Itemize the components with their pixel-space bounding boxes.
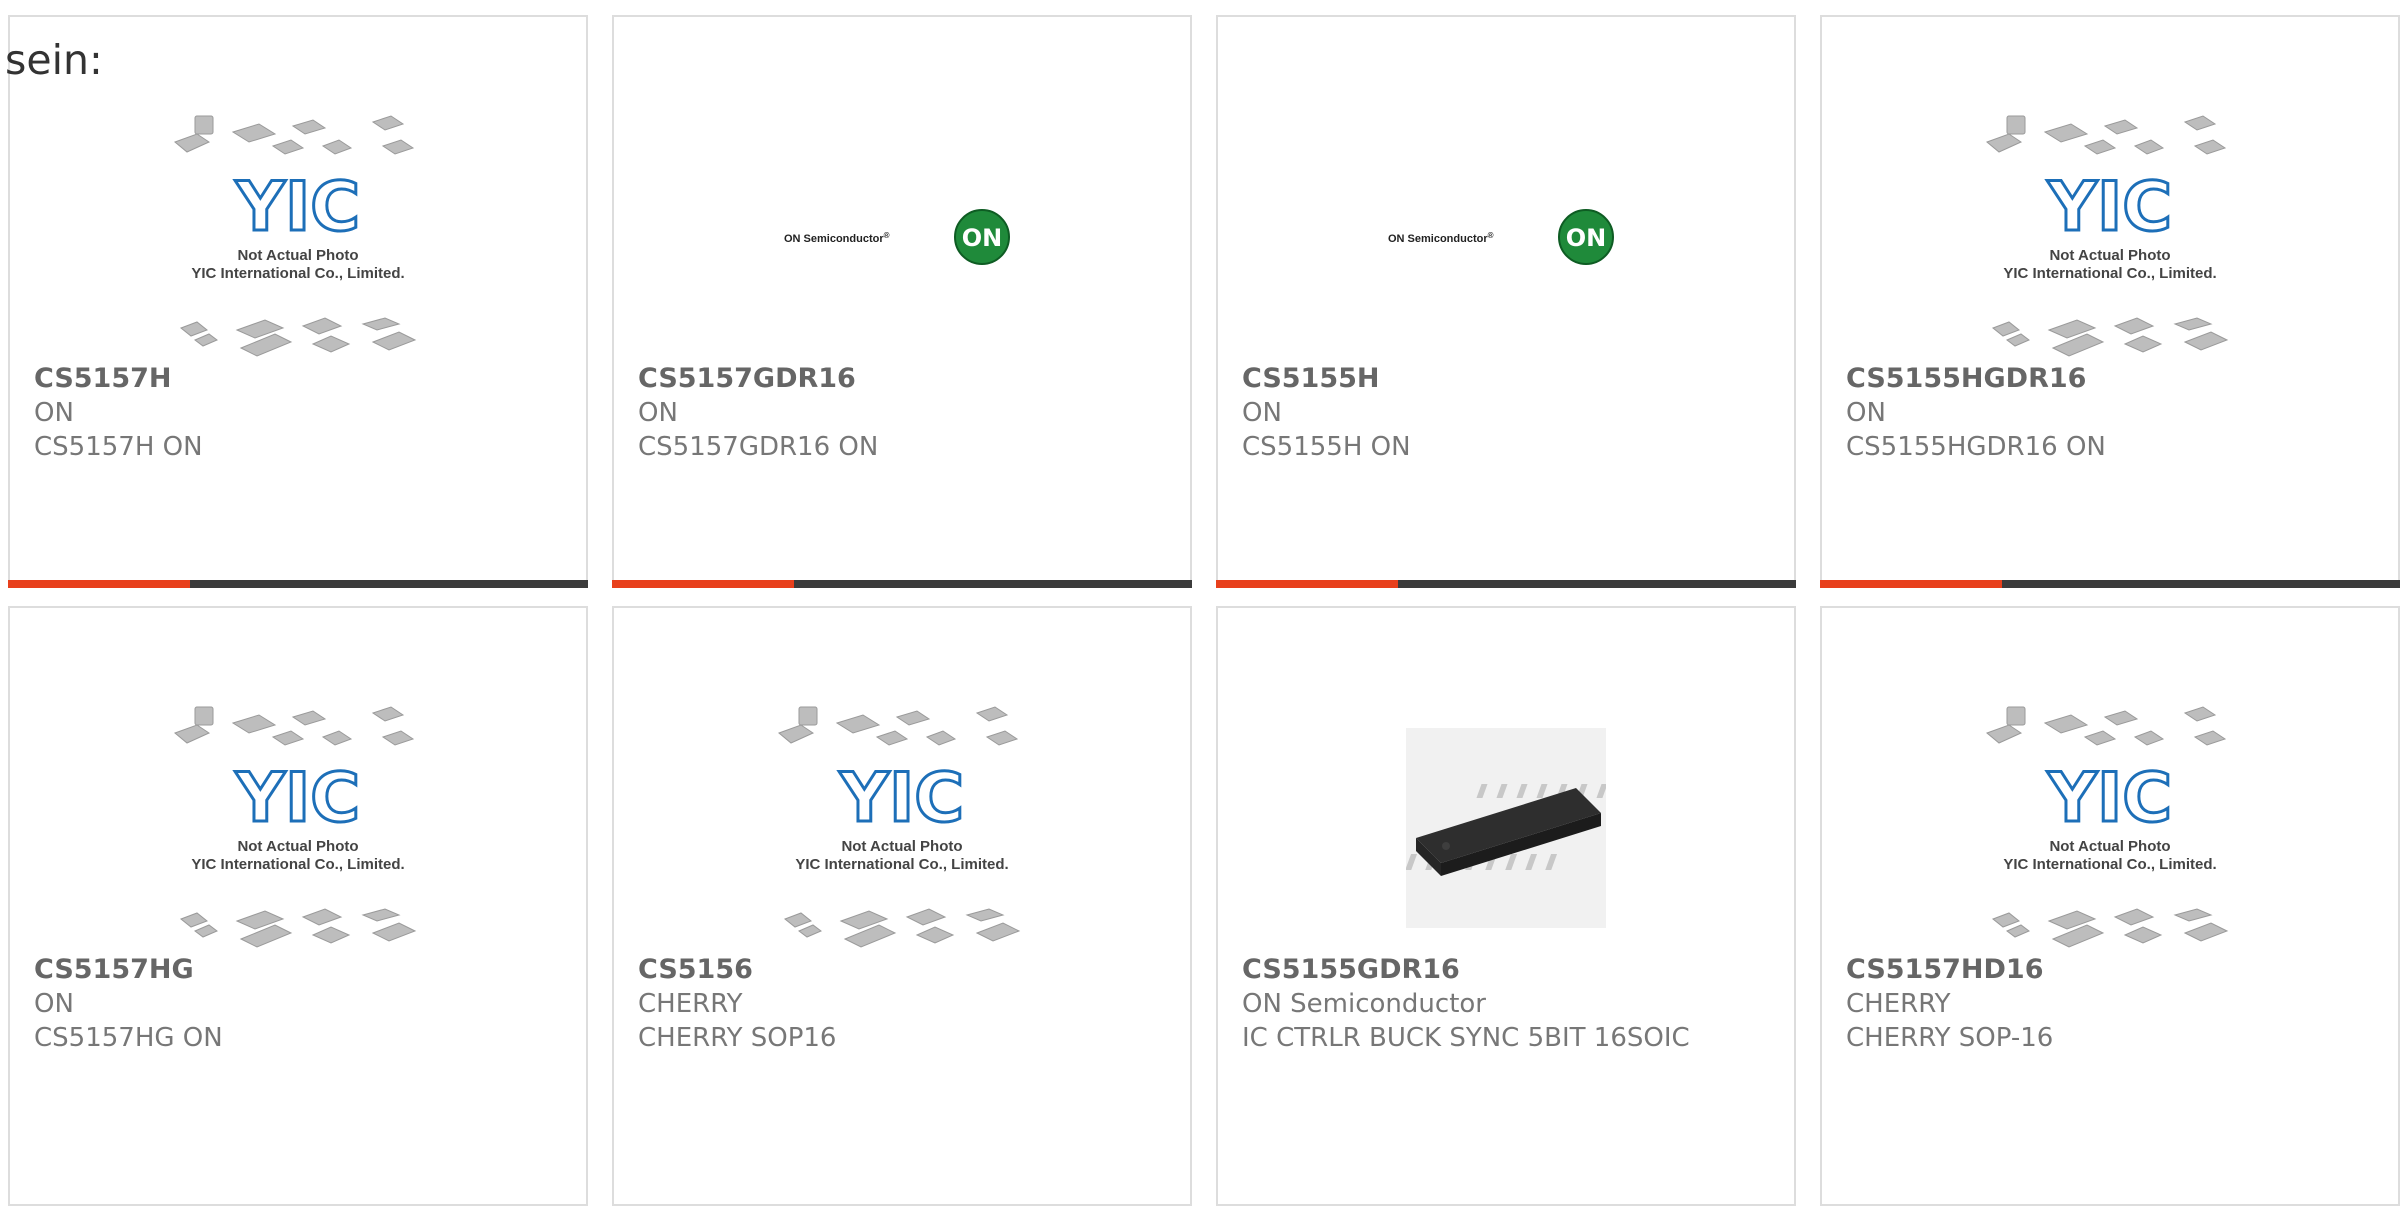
- yic-logo: YIC: [235, 759, 360, 838]
- card-bottom-bar: [8, 580, 588, 588]
- svg-text:ON Semiconductor®: ON Semiconductor®: [1388, 231, 1494, 245]
- intro-text: sein:: [5, 36, 103, 84]
- product-card[interactable]: YIC Not Actual Photo YIC International C…: [8, 15, 588, 588]
- product-part-number[interactable]: CS5155HGDR16: [1846, 362, 2374, 396]
- placeholder-image: YIC Not Actual Photo YIC International C…: [1986, 115, 2229, 357]
- yic-logo: YIC: [2047, 759, 2172, 838]
- company-text: YIC International Co., Limited.: [191, 856, 404, 873]
- not-actual-photo-text: Not Actual Photo: [2049, 838, 2170, 855]
- product-brand: CHERRY: [638, 989, 743, 1019]
- svg-text:ON Semiconductor®: ON Semiconductor®: [784, 231, 890, 245]
- product-part-number[interactable]: CS5155H: [1242, 362, 1770, 396]
- product-image[interactable]: ON Semiconductor® ON: [1218, 107, 1794, 367]
- card-accent-bar: [1216, 580, 1398, 588]
- product-description: CS5157HG ON: [34, 1023, 223, 1053]
- company-text: YIC International Co., Limited.: [191, 265, 404, 282]
- card-bottom-bar: [1820, 580, 2400, 588]
- product-info: CS5157HG ON CS5157HG ON: [34, 953, 562, 1055]
- yic-logo: YIC: [839, 759, 964, 838]
- svg-text:ON: ON: [1566, 224, 1607, 252]
- company-text: YIC International Co., Limited.: [2003, 265, 2216, 282]
- product-part-number[interactable]: CS5157H: [34, 362, 562, 396]
- product-description: CS5157GDR16 ON: [638, 432, 879, 462]
- product-info: CS5157GDR16 ON CS5157GDR16 ON: [638, 362, 1166, 464]
- product-image[interactable]: YIC Not Actual Photo YIC International C…: [10, 107, 586, 367]
- product-description: CS5155H ON: [1242, 432, 1411, 462]
- product-info: CS5155H ON CS5155H ON: [1242, 362, 1770, 464]
- product-card[interactable]: YIC Not Actual Photo YIC International C…: [1820, 606, 2400, 1206]
- product-description: IC CTRLR BUCK SYNC 5BIT 16SOIC: [1242, 1023, 1690, 1053]
- on-semiconductor-logo: ON Semiconductor® ON: [1388, 209, 1614, 265]
- product-part-number[interactable]: CS5156: [638, 953, 1166, 987]
- not-actual-photo-text: Not Actual Photo: [237, 838, 358, 855]
- product-description: CS5157H ON: [34, 432, 203, 462]
- product-card[interactable]: CS5155GDR16 ON Semiconductor IC CTRLR BU…: [1216, 606, 1796, 1206]
- on-semiconductor-logo: ON Semiconductor® ON: [784, 209, 1010, 265]
- product-brand: ON: [1846, 398, 1886, 428]
- product-part-number[interactable]: CS5157HG: [34, 953, 562, 987]
- product-image[interactable]: [1218, 698, 1794, 958]
- product-description: CS5155HGDR16 ON: [1846, 432, 2106, 462]
- placeholder-image: YIC Not Actual Photo YIC International C…: [778, 706, 1021, 948]
- product-description: CHERRY SOP16: [638, 1023, 837, 1053]
- placeholder-image: YIC Not Actual Photo YIC International C…: [1986, 706, 2229, 948]
- product-brand: ON Semiconductor: [1242, 989, 1486, 1019]
- product-info: CS5157HD16 CHERRY CHERRY SOP-16: [1846, 953, 2374, 1055]
- product-image[interactable]: YIC Not Actual Photo YIC International C…: [10, 698, 586, 958]
- placeholder-image: YIC Not Actual Photo YIC International C…: [174, 115, 417, 357]
- product-image[interactable]: YIC Not Actual Photo YIC International C…: [614, 698, 1190, 958]
- product-card[interactable]: YIC Not Actual Photo YIC International C…: [612, 606, 1192, 1206]
- product-info: CS5156 CHERRY CHERRY SOP16: [638, 953, 1166, 1055]
- svg-text:ON: ON: [962, 224, 1003, 252]
- not-actual-photo-text: Not Actual Photo: [237, 247, 358, 264]
- product-card[interactable]: ON Semiconductor® ON CS5157GDR16 ON CS51…: [612, 15, 1192, 588]
- card-bottom-bar: [1216, 580, 1796, 588]
- product-part-number[interactable]: CS5155GDR16: [1242, 953, 1770, 987]
- product-card[interactable]: YIC Not Actual Photo YIC International C…: [8, 606, 588, 1206]
- product-description: CHERRY SOP-16: [1846, 1023, 2054, 1053]
- placeholder-image: YIC Not Actual Photo YIC International C…: [174, 706, 417, 948]
- product-image[interactable]: YIC Not Actual Photo YIC International C…: [1822, 698, 2398, 958]
- soic-chip-photo: [1406, 728, 1606, 928]
- card-accent-bar: [1820, 580, 2002, 588]
- not-actual-photo-text: Not Actual Photo: [2049, 247, 2170, 264]
- product-image[interactable]: YIC Not Actual Photo YIC International C…: [1822, 107, 2398, 367]
- company-text: YIC International Co., Limited.: [795, 856, 1008, 873]
- yic-logo: YIC: [235, 168, 360, 247]
- product-info: CS5157H ON CS5157H ON: [34, 362, 562, 464]
- card-accent-bar: [8, 580, 190, 588]
- product-info: CS5155GDR16 ON Semiconductor IC CTRLR BU…: [1242, 953, 1770, 1055]
- product-card[interactable]: ON Semiconductor® ON CS5155H ON CS5155H …: [1216, 15, 1796, 588]
- product-brand: CHERRY: [1846, 989, 1951, 1019]
- not-actual-photo-text: Not Actual Photo: [841, 838, 962, 855]
- product-info: CS5155HGDR16 ON CS5155HGDR16 ON: [1846, 362, 2374, 464]
- product-part-number[interactable]: CS5157HD16: [1846, 953, 2374, 987]
- card-bottom-bar: [612, 580, 1192, 588]
- yic-logo: YIC: [2047, 168, 2172, 247]
- product-card[interactable]: YIC Not Actual Photo YIC International C…: [1820, 15, 2400, 588]
- product-image[interactable]: ON Semiconductor® ON: [614, 107, 1190, 367]
- product-brand: ON: [34, 398, 74, 428]
- product-brand: ON: [638, 398, 678, 428]
- company-text: YIC International Co., Limited.: [2003, 856, 2216, 873]
- card-accent-bar: [612, 580, 794, 588]
- product-brand: ON: [34, 989, 74, 1019]
- product-brand: ON: [1242, 398, 1282, 428]
- product-part-number[interactable]: CS5157GDR16: [638, 362, 1166, 396]
